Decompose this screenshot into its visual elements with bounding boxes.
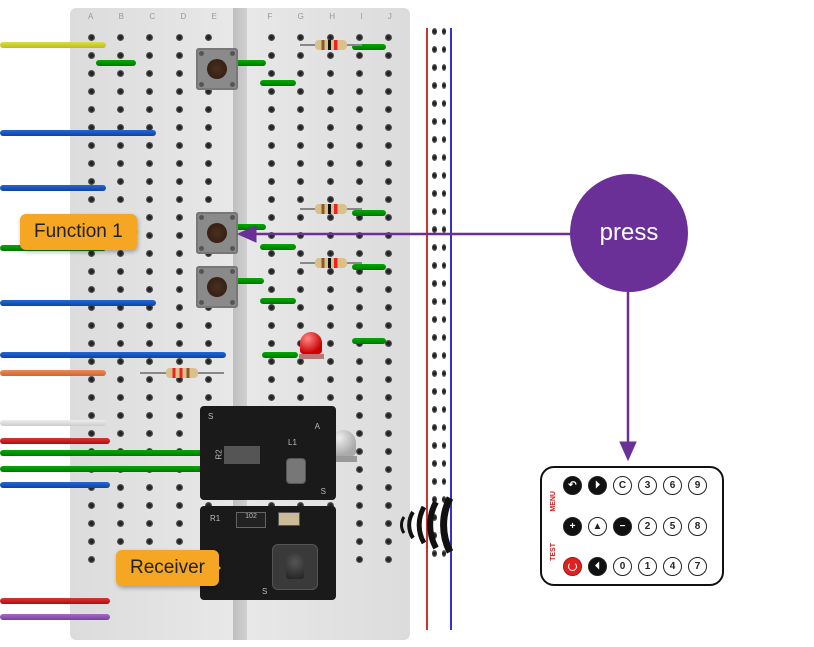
remote-key[interactable]: 9 — [688, 476, 707, 495]
wire — [0, 598, 110, 604]
signal-waves-icon — [380, 480, 470, 570]
remote-side-test: TEST — [550, 543, 557, 561]
resistor — [300, 258, 362, 268]
remote-key[interactable]: 4 — [663, 557, 682, 576]
arrow-to-button — [236, 222, 576, 246]
wire — [262, 352, 298, 358]
remote-key[interactable]: ⏵ — [588, 476, 607, 495]
column-labels: ABCDEFGHIJ — [88, 12, 392, 21]
label-receiver: Receiver — [116, 550, 219, 586]
wire — [0, 482, 110, 488]
arrow-to-remote — [616, 292, 640, 462]
remote-key[interactable]: ↶ — [563, 476, 582, 495]
remote-key[interactable]: 0 — [613, 557, 632, 576]
wire — [0, 370, 106, 376]
remote-key[interactable]: 5 — [663, 517, 682, 536]
wire — [96, 60, 136, 66]
remote-key[interactable]: 8 — [688, 517, 707, 536]
remote-key[interactable]: 3 — [638, 476, 657, 495]
remote-key[interactable]: C — [613, 476, 632, 495]
ir-remote[interactable]: MENU TEST ↶ ⏵ C369 + ▲−258 ⏴ 0147 — [540, 466, 724, 586]
resistor — [300, 40, 362, 50]
remote-key[interactable]: − — [613, 517, 632, 536]
wire — [0, 420, 106, 426]
remote-key[interactable]: 2 — [638, 517, 657, 536]
wire — [0, 450, 210, 456]
wire — [0, 352, 226, 358]
remote-key[interactable] — [563, 557, 582, 576]
wire — [0, 438, 110, 444]
push-button-function1[interactable] — [196, 212, 238, 254]
remote-key[interactable]: + — [563, 517, 582, 536]
ir-module-top: S R2 L1 A S — [200, 406, 336, 500]
wire — [0, 185, 106, 191]
remote-key[interactable]: 1 — [638, 557, 657, 576]
remote-key[interactable]: ⏴ — [588, 557, 607, 576]
push-button-1[interactable] — [196, 48, 238, 90]
wire — [352, 338, 386, 344]
resistor-brown — [140, 368, 224, 378]
remote-side-menu: MENU — [550, 491, 557, 512]
led-red — [300, 332, 322, 360]
wire — [260, 298, 296, 304]
wire — [0, 300, 156, 306]
remote-key[interactable]: ▲ — [588, 517, 607, 536]
wire — [0, 614, 110, 620]
press-indicator: press — [570, 174, 688, 292]
resistor — [300, 204, 362, 214]
wire — [0, 466, 210, 472]
remote-key[interactable]: 7 — [688, 557, 707, 576]
label-function1: Function 1 — [20, 214, 137, 250]
push-button-3[interactable] — [196, 266, 238, 308]
ir-receiver-module: R1 102 S — [200, 506, 336, 600]
wire — [0, 130, 156, 136]
wire — [0, 42, 106, 48]
remote-key[interactable]: 6 — [663, 476, 682, 495]
wire — [260, 80, 296, 86]
